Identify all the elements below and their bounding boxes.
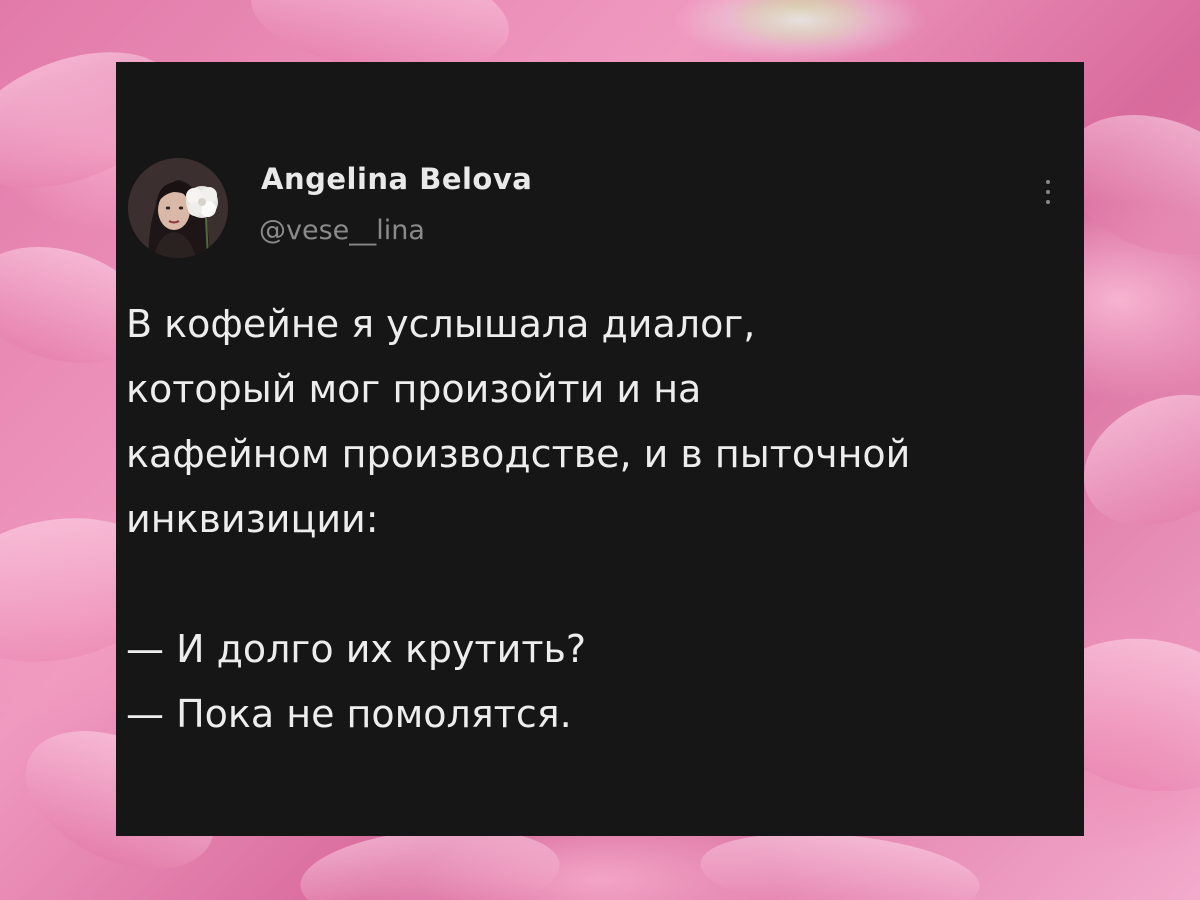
avatar[interactable] xyxy=(128,158,228,258)
post-text-line: кафейном производстве, и в пыточной xyxy=(126,432,911,476)
author-handle[interactable]: @vese__lina xyxy=(259,215,425,246)
more-vertical-icon[interactable] xyxy=(1038,176,1058,216)
profile-photo xyxy=(128,158,228,258)
post-text-line: В кофейне я услышала диалог, xyxy=(126,302,756,346)
dialog-line: — Пока не помолятся. xyxy=(126,692,572,736)
post-card: Angelina Belova @vese__lina В кофейне я … xyxy=(116,62,1084,836)
post-text-line: инквизиции: xyxy=(126,497,379,541)
dialog-line: — И долго их крутить? xyxy=(126,627,587,671)
author-name[interactable]: Angelina Belova xyxy=(261,162,532,196)
post-text-line: который мог произойти и на xyxy=(126,367,702,411)
post-text: В кофейне я услышала диалог, который мог… xyxy=(126,292,1066,747)
